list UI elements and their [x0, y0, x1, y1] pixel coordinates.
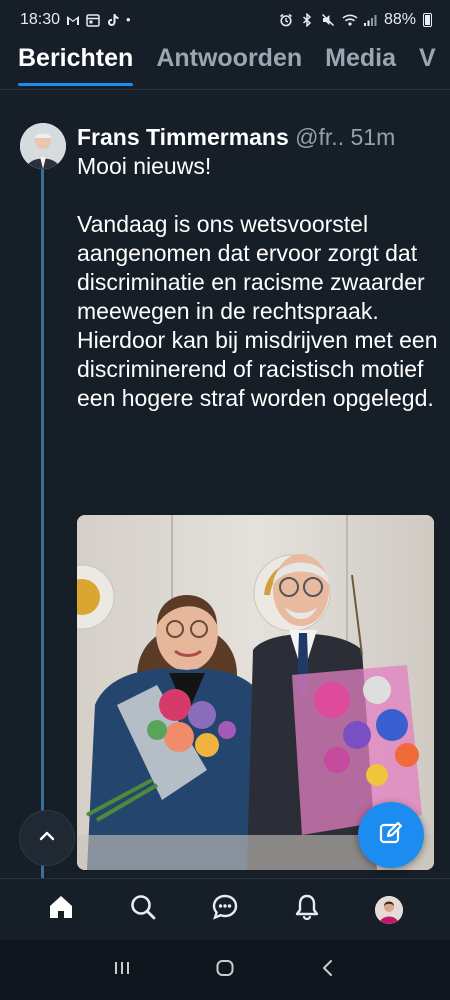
nav-notifications[interactable] — [285, 888, 329, 932]
calendar-icon — [86, 13, 100, 27]
status-bar: 18:30 • 88% — [0, 0, 450, 40]
nav-profile[interactable] — [367, 888, 411, 932]
author-name[interactable]: Frans Timmermans — [77, 124, 289, 150]
system-home-button[interactable] — [205, 950, 245, 990]
status-time: 18:30 — [20, 11, 61, 28]
tab-media[interactable]: Media — [325, 40, 396, 89]
chevron-up-icon — [37, 826, 57, 851]
nav-home[interactable] — [39, 888, 83, 932]
tab-berichten[interactable]: Berichten — [18, 40, 134, 89]
status-right: 88% — [279, 11, 432, 29]
recents-button[interactable] — [102, 950, 142, 990]
app-screen: 18:30 • 88% Berichten Antwoorden Media V… — [0, 0, 450, 1000]
post-time: 51m — [350, 124, 396, 150]
back-button[interactable] — [308, 950, 348, 990]
compose-icon — [377, 819, 405, 852]
compose-button[interactable] — [358, 802, 424, 868]
home-icon — [47, 893, 75, 926]
profile-tabs: Berichten Antwoorden Media V — [0, 40, 450, 90]
battery-percent: 88% — [383, 11, 416, 28]
home-button-icon — [215, 958, 235, 983]
search-icon — [129, 893, 157, 926]
post-header: Frans Timmermans @fr.. 51m — [77, 123, 437, 152]
battery-icon — [423, 13, 432, 27]
nav-search[interactable] — [121, 888, 165, 932]
bluetooth-icon — [300, 12, 314, 28]
tab-more[interactable]: V — [419, 40, 436, 89]
post-text: Mooi nieuws! Vandaag is ons wetsvoorstel… — [77, 153, 438, 411]
wifi-icon — [342, 13, 358, 27]
author-handle[interactable]: @fr.. — [295, 124, 344, 150]
status-left: 18:30 • — [20, 11, 131, 29]
author-avatar[interactable] — [20, 123, 66, 169]
bell-icon — [293, 893, 321, 926]
profile-avatar — [375, 895, 403, 924]
chat-icon — [211, 893, 239, 926]
tiktok-icon — [106, 13, 120, 27]
nav-chat[interactable] — [203, 888, 247, 932]
thread-line — [41, 168, 44, 878]
tab-antwoorden[interactable]: Antwoorden — [156, 40, 302, 89]
recents-icon — [112, 958, 132, 983]
alarm-icon — [279, 13, 293, 27]
bottom-nav — [0, 878, 450, 940]
signal-icon — [363, 13, 377, 27]
gmail-icon — [66, 13, 80, 27]
status-dot: • — [126, 12, 131, 27]
mute-icon — [321, 13, 335, 27]
system-nav-bar — [0, 940, 450, 1000]
back-icon — [318, 958, 338, 983]
scroll-to-top-button[interactable] — [19, 810, 75, 866]
